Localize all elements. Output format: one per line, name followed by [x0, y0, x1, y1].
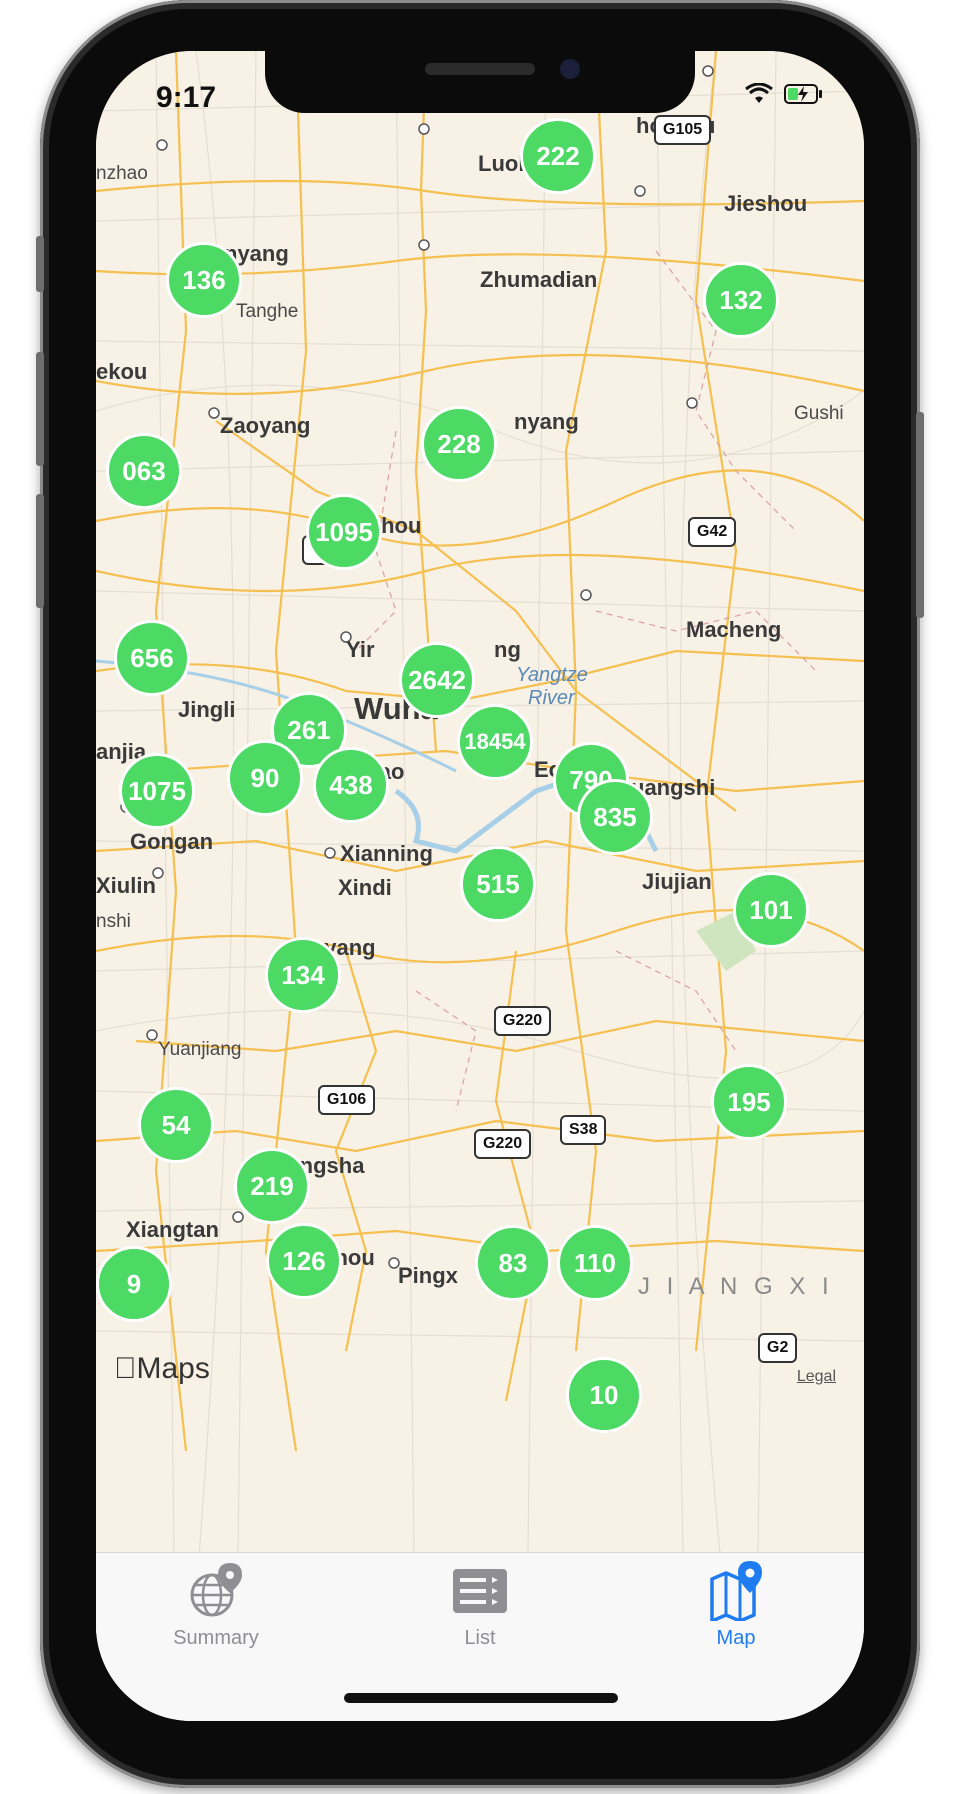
- mute-switch: [36, 236, 44, 292]
- map-label: Xiangtan: [126, 1217, 219, 1242]
- legal-link[interactable]: Legal: [797, 1368, 836, 1386]
- map-pin-icon: [710, 1561, 762, 1621]
- map-label: Zaoyang: [220, 413, 311, 438]
- cluster-marker[interactable]: 90: [227, 740, 303, 816]
- map-label: nzhao: [96, 163, 148, 184]
- road-shield: S38: [560, 1115, 607, 1145]
- cluster-marker[interactable]: 18454: [457, 704, 533, 780]
- speaker-grille: [425, 63, 535, 75]
- cluster-marker[interactable]: 126: [266, 1223, 342, 1299]
- map-label: Gushi: [794, 403, 844, 424]
- cluster-marker[interactable]: 9: [96, 1246, 172, 1322]
- globe-pin-icon: [190, 1563, 242, 1617]
- map-label: Jiujian: [642, 869, 712, 894]
- front-camera: [560, 59, 580, 79]
- cluster-marker[interactable]: 10: [566, 1357, 642, 1433]
- map-label: ng: [494, 637, 521, 662]
- map-label: Gongan: [130, 829, 214, 854]
- volume-up-button: [36, 352, 44, 466]
- road-shield: G220: [494, 1006, 552, 1036]
- map-label: Xindi: [338, 875, 392, 900]
- status-icons: [744, 82, 824, 105]
- tab-map[interactable]: Map: [646, 1561, 826, 1650]
- screen: LuohehoukounzhaoJieshounyangZhumadianTan…: [96, 51, 864, 1721]
- cluster-marker[interactable]: 136: [166, 242, 242, 318]
- cluster-marker[interactable]: 219: [234, 1148, 310, 1224]
- status-time: 9:17: [156, 81, 217, 114]
- tab-map-label: Map: [716, 1627, 756, 1649]
- apple-logo-icon: : [114, 1352, 137, 1385]
- home-indicator[interactable]: [344, 1693, 618, 1703]
- road-shield: G220: [474, 1129, 532, 1159]
- map-label: Macheng: [686, 617, 782, 642]
- map-label: Jieshou: [724, 191, 808, 216]
- cluster-marker[interactable]: 2642: [399, 642, 475, 718]
- cluster-marker[interactable]: 515: [460, 846, 536, 922]
- cluster-marker[interactable]: 134: [265, 937, 341, 1013]
- battery-charging-icon: [784, 84, 822, 104]
- notch: [265, 51, 695, 113]
- map-label: Zhumadian: [480, 267, 598, 292]
- cluster-marker[interactable]: 835: [577, 779, 653, 855]
- map-label: J I A N G X I: [638, 1273, 834, 1300]
- road-shield: G42: [688, 517, 737, 547]
- road-shield: G106: [318, 1085, 376, 1115]
- cluster-marker[interactable]: 063: [106, 433, 182, 509]
- map-label: nshi: [96, 911, 131, 932]
- tab-list-label: List: [464, 1627, 496, 1649]
- map-label: Tanghe: [236, 301, 299, 322]
- volume-down-button: [36, 494, 44, 608]
- cluster-marker[interactable]: 222: [520, 118, 596, 194]
- map-label: nyang: [514, 409, 579, 434]
- cluster-marker[interactable]: 1095: [306, 494, 382, 570]
- cluster-marker[interactable]: 83: [475, 1225, 551, 1301]
- cluster-marker[interactable]: 656: [114, 620, 190, 696]
- cluster-marker[interactable]: 228: [421, 406, 497, 482]
- cluster-marker[interactable]: 1075: [119, 753, 195, 829]
- tab-summary[interactable]: Summary: [126, 1561, 306, 1650]
- power-button: [916, 412, 924, 618]
- tab-list[interactable]: List: [390, 1561, 570, 1650]
- map-label: Xiulin: [96, 873, 156, 898]
- road-shield: G2: [758, 1333, 798, 1363]
- cluster-marker[interactable]: 195: [711, 1064, 787, 1140]
- map-label: River: [528, 687, 575, 709]
- cluster-marker[interactable]: 110: [557, 1225, 633, 1301]
- list-icon: [453, 1569, 507, 1613]
- cluster-marker[interactable]: 132: [703, 262, 779, 338]
- cluster-marker[interactable]: 54: [138, 1087, 214, 1163]
- cluster-marker[interactable]: 438: [313, 747, 389, 823]
- map-label: Pingx: [398, 1263, 458, 1288]
- map-label: Xianning: [340, 841, 433, 866]
- map-label: Yir: [346, 637, 375, 662]
- road-shield: G105: [654, 115, 712, 145]
- map-label: Yangtze: [516, 664, 588, 686]
- apple-maps-attribution: Maps: [114, 1352, 210, 1385]
- map-label: ekou: [96, 359, 148, 384]
- map-label: Yuanjiang: [158, 1039, 242, 1060]
- map-label: Jingli: [178, 697, 236, 722]
- cluster-marker[interactable]: 101: [733, 872, 809, 948]
- tab-summary-label: Summary: [173, 1627, 259, 1649]
- wifi-icon: [744, 82, 773, 103]
